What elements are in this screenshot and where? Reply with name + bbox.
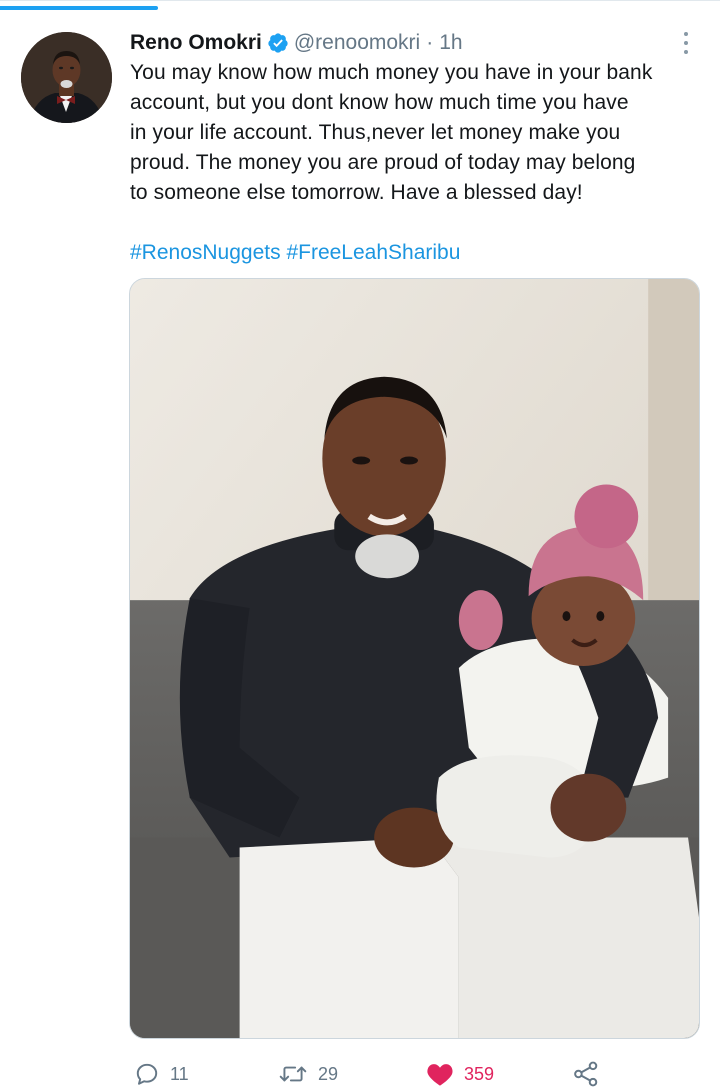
tweet-text-line: proud. The money you are proud of today …	[130, 151, 636, 174]
like-count: 359	[464, 1063, 495, 1084]
more-vertical-icon[interactable]	[676, 30, 696, 56]
more-dot	[684, 32, 688, 36]
tweet-text-line: in your life account. Thus,never let mon…	[130, 121, 621, 144]
tweet-text: You may know how much money you have in …	[130, 58, 710, 208]
hashtag-link-freeleahsharibu[interactable]: #FreeLeahSharibu	[286, 241, 460, 264]
tweet-photo[interactable]	[129, 278, 700, 1039]
hashtag-link-renosnuggets[interactable]: #RenosNuggets	[130, 241, 281, 264]
share-button[interactable]	[572, 1056, 600, 1092]
like-button[interactable]: 359	[426, 1056, 494, 1092]
more-dot	[684, 50, 688, 54]
reply-button[interactable]: 11	[134, 1056, 189, 1092]
retweet-count: 29	[318, 1063, 339, 1084]
tweet[interactable]: Reno Omokri @renoomokri · 1h You may kno…	[0, 10, 720, 1092]
author-display-name[interactable]: Reno Omokri	[130, 31, 262, 55]
reply-icon	[136, 1063, 158, 1085]
tab-divider	[0, 0, 720, 1]
tweet-text-line: You may know how much money you have in …	[130, 61, 653, 84]
tweet-timestamp[interactable]: 1h	[439, 31, 462, 55]
tweet-actions: 11 29 359	[130, 1056, 610, 1092]
retweet-icon	[279, 1066, 307, 1082]
share-icon	[574, 1061, 598, 1087]
verified-badge-icon	[268, 33, 288, 53]
tweet-header: Reno Omokri @renoomokri · 1h	[130, 29, 463, 57]
heart-icon	[427, 1064, 453, 1086]
tweet-text-line: to someone else tomorrow. Have a blessed…	[130, 181, 583, 204]
tweet-hashtags: #RenosNuggets #FreeLeahSharibu	[130, 238, 460, 268]
reply-count: 11	[170, 1063, 189, 1084]
more-dot	[684, 41, 688, 45]
retweet-button[interactable]: 29	[278, 1056, 338, 1092]
tweet-text-line: account, but you dont know how much time…	[130, 91, 629, 114]
header-separator: ·	[426, 31, 434, 54]
top-tab-indicator-bar	[0, 0, 720, 10]
author-avatar[interactable]	[21, 32, 112, 123]
author-handle[interactable]: @renoomokri	[294, 31, 420, 55]
